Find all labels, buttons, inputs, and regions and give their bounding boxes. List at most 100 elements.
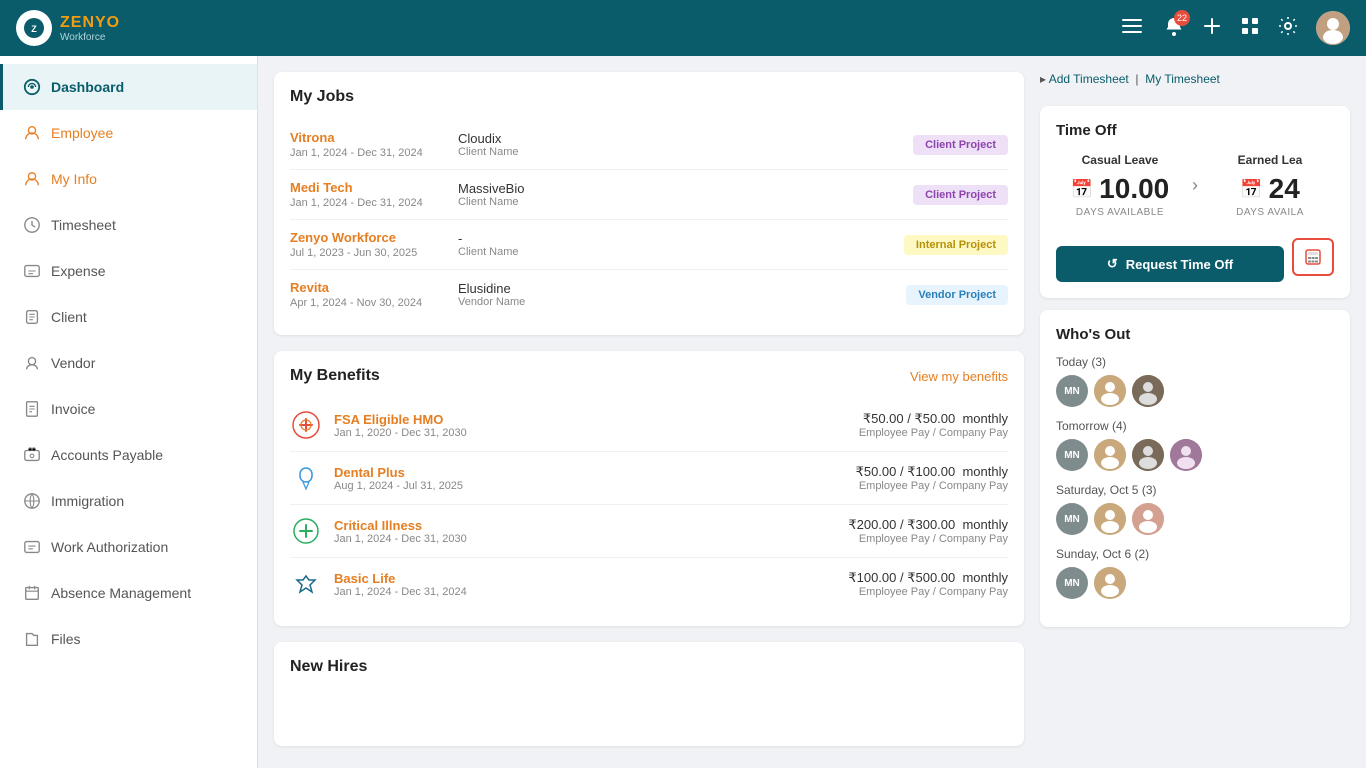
job-name: Revita (290, 280, 450, 295)
list-item: FSA Eligible HMO Jan 1, 2020 - Dec 31, 2… (290, 399, 1008, 452)
my-jobs-title: My Jobs (290, 88, 1008, 106)
main-content: My Jobs Vitrona Jan 1, 2024 - Dec 31, 20… (258, 56, 1366, 768)
sidebar-label-immigration: Immigration (51, 493, 124, 509)
main-layout: Dashboard Employee My Info Timesheet Exp… (0, 56, 1366, 768)
my-benefits-card: My Benefits View my benefits FSA Eligibl… (274, 351, 1024, 626)
logo-icon: Z (16, 10, 52, 46)
sidebar-item-work-authorization[interactable]: Work Authorization (0, 524, 257, 570)
benefit-icon-fsa (290, 409, 322, 441)
sidebar-item-immigration[interactable]: Immigration (0, 478, 257, 524)
out-day-today: Today (3) MN (1056, 355, 1334, 407)
time-off-actions: ↺ Request Time Off (1056, 232, 1334, 282)
sidebar-label-files: Files (51, 631, 81, 647)
benefit-info: Basic Life Jan 1, 2024 - Dec 31, 2024 (334, 571, 467, 598)
avatar-m2 (1132, 439, 1164, 471)
sidebar-item-employee[interactable]: Employee (0, 110, 257, 156)
sidebar-label-vendor: Vendor (51, 355, 95, 371)
sidebar-label-employee: Employee (51, 125, 113, 141)
sidebar-label-timesheet: Timesheet (51, 217, 116, 233)
sidebar-label-invoice: Invoice (51, 401, 95, 417)
out-day-sun: Sunday, Oct 6 (2) MN (1056, 547, 1334, 599)
casual-leave-block: Casual Leave 📅 10.00 DAYS AVAILABLE (1056, 153, 1184, 218)
benefit-info: Critical Illness Jan 1, 2024 - Dec 31, 2… (334, 518, 467, 545)
sidebar-item-client[interactable]: Client (0, 294, 257, 340)
request-time-off-button[interactable]: ↺ Request Time Off (1056, 246, 1284, 282)
out-day-sat: Saturday, Oct 5 (3) MN (1056, 483, 1334, 535)
sidebar: Dashboard Employee My Info Timesheet Exp… (0, 56, 258, 768)
sidebar-item-invoice[interactable]: Invoice (0, 386, 257, 432)
avatar-f5 (1132, 503, 1164, 535)
casual-leave-days: 10.00 (1099, 173, 1169, 205)
job-date: Jan 1, 2024 - Dec 31, 2024 (290, 147, 450, 159)
job-badge: Vendor Project (906, 285, 1008, 305)
benefits-header: My Benefits View my benefits (290, 367, 1008, 385)
sidebar-label-absence-management: Absence Management (51, 585, 191, 601)
sidebar-label-client: Client (51, 309, 87, 325)
avatar-f3 (1170, 439, 1202, 471)
job-name: Vitrona (290, 130, 450, 145)
sidebar-item-absence-management[interactable]: Absence Management (0, 570, 257, 616)
avatar-mn-2: MN (1056, 439, 1088, 471)
whos-out-card: Who's Out Today (3) MN Tomorrow (4) (1040, 310, 1350, 627)
job-client: - Client Name (458, 231, 896, 258)
avatar-f2 (1094, 439, 1126, 471)
job-badge: Client Project (913, 135, 1008, 155)
out-day-tomorrow: Tomorrow (4) MN (1056, 419, 1334, 471)
job-badge: Client Project (913, 185, 1008, 205)
calculator-button[interactable] (1292, 238, 1334, 276)
avatar-mn-4: MN (1056, 567, 1088, 599)
calendar-icon: 📅 (1071, 179, 1093, 200)
benefit-icon-critical (290, 515, 322, 547)
sidebar-label-accounts-payable: Accounts Payable (51, 447, 163, 463)
benefit-amount: ₹100.00 / ₹500.00 monthly Employee Pay /… (848, 570, 1008, 598)
table-row: Revita Apr 1, 2024 - Nov 30, 2024 Elusid… (290, 270, 1008, 319)
sidebar-item-dashboard[interactable]: Dashboard (0, 64, 257, 110)
sidebar-item-expense[interactable]: Expense (0, 248, 257, 294)
sidebar-label-myinfo: My Info (51, 171, 97, 187)
my-timesheet-link[interactable]: My Timesheet (1145, 72, 1220, 86)
logo-text: ZENYO Workforce (60, 14, 120, 43)
job-name: Medi Tech (290, 180, 450, 195)
sidebar-item-timesheet[interactable]: Timesheet (0, 202, 257, 248)
job-client: Elusidine Vendor Name (458, 281, 898, 308)
benefit-icon-basic-life (290, 568, 322, 600)
avatar-f1 (1094, 375, 1126, 407)
avatar-f6 (1094, 567, 1126, 599)
sidebar-item-vendor[interactable]: Vendor (0, 340, 257, 386)
avatar-f4 (1094, 503, 1126, 535)
sidebar-label-work-authorization: Work Authorization (51, 539, 168, 555)
svg-text:Z: Z (31, 24, 37, 34)
job-badge: Internal Project (904, 235, 1008, 255)
menu-icon[interactable] (1122, 16, 1142, 41)
view-benefits-link[interactable]: View my benefits (910, 369, 1008, 384)
benefit-icon-dental (290, 462, 322, 494)
app-header: Z ZENYO Workforce 22 (0, 0, 1366, 56)
earned-leave-days: 24 (1269, 173, 1300, 205)
sidebar-label-dashboard: Dashboard (51, 79, 124, 95)
sidebar-item-files[interactable]: Files (0, 616, 257, 662)
sidebar-item-myinfo[interactable]: My Info (0, 156, 257, 202)
table-row: Vitrona Jan 1, 2024 - Dec 31, 2024 Cloud… (290, 120, 1008, 170)
list-item: Dental Plus Aug 1, 2024 - Jul 31, 2025 ₹… (290, 452, 1008, 505)
table-row: Zenyo Workforce Jul 1, 2023 - Jun 30, 20… (290, 220, 1008, 270)
add-icon[interactable] (1202, 16, 1222, 41)
table-row: Medi Tech Jan 1, 2024 - Dec 31, 2024 Mas… (290, 170, 1008, 220)
notification-icon[interactable]: 22 (1164, 16, 1184, 41)
new-hires-card: New Hires (274, 642, 1024, 746)
benefit-info: Dental Plus Aug 1, 2024 - Jul 31, 2025 (334, 465, 463, 492)
sidebar-item-accounts-payable[interactable]: Accounts Payable (0, 432, 257, 478)
chevron-right-icon[interactable]: › (1192, 175, 1198, 196)
request-btn-label: Request Time Off (1126, 257, 1233, 272)
sidebar-label-expense: Expense (51, 263, 105, 279)
apps-icon[interactable] (1240, 16, 1260, 41)
logo: Z ZENYO Workforce (16, 10, 120, 46)
benefit-amount: ₹50.00 / ₹50.00 monthly Employee Pay / C… (859, 411, 1008, 439)
header-actions: 22 (1122, 11, 1350, 45)
job-client: Cloudix Client Name (458, 131, 905, 158)
list-item: Basic Life Jan 1, 2024 - Dec 31, 2024 ₹1… (290, 558, 1008, 610)
settings-icon[interactable] (1278, 16, 1298, 41)
avatar-mn: MN (1056, 375, 1088, 407)
user-avatar[interactable] (1316, 11, 1350, 45)
add-timesheet-link[interactable]: Add Timesheet (1049, 72, 1129, 86)
benefit-amount: ₹200.00 / ₹300.00 monthly Employee Pay /… (848, 517, 1008, 545)
